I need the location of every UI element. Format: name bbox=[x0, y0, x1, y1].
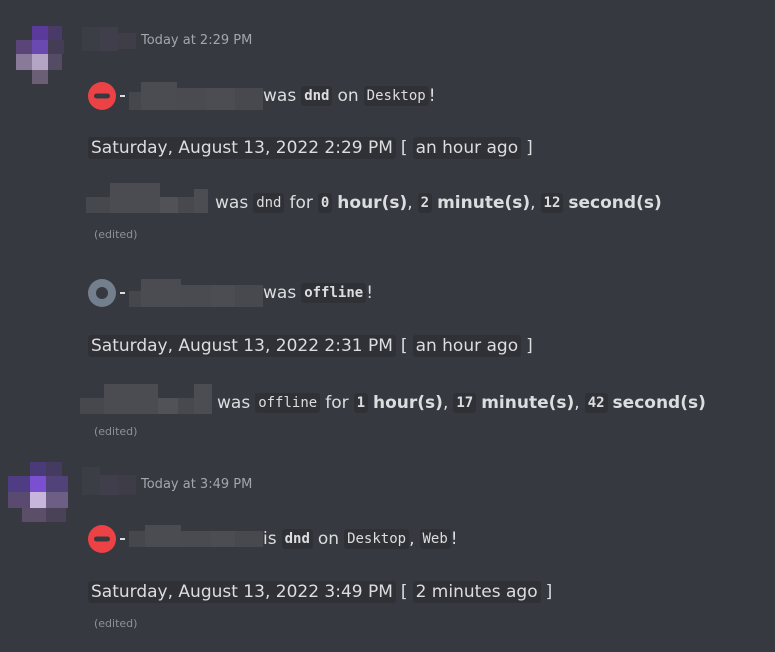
username-redacted[interactable] bbox=[82, 467, 136, 495]
duration-line: was offline for 1 hour(s), 17 minute(s),… bbox=[80, 384, 706, 422]
status-line: was offline ! bbox=[88, 279, 373, 307]
dnd-status-icon bbox=[88, 82, 116, 110]
minutes-value: 2 bbox=[417, 193, 433, 213]
edited-label: (edited) bbox=[94, 425, 138, 438]
date-line: Saturday, August 13, 2022 2:31 PM [ an h… bbox=[88, 335, 533, 357]
date-timestamp[interactable]: Saturday, August 13, 2022 2:31 PM bbox=[88, 335, 396, 357]
username-redacted[interactable] bbox=[129, 279, 263, 307]
platform-code: Desktop bbox=[363, 86, 429, 106]
status-line: was dnd on Desktop ! bbox=[88, 82, 436, 110]
status-code: dnd bbox=[253, 193, 285, 213]
status-code: dnd bbox=[301, 86, 333, 106]
message-timestamp: Today at 3:49 PM bbox=[141, 477, 253, 492]
status-code: dnd bbox=[281, 529, 313, 549]
date-line: Saturday, August 13, 2022 2:29 PM [ an h… bbox=[88, 137, 533, 159]
hours-value: 0 bbox=[317, 193, 333, 213]
avatar[interactable] bbox=[8, 462, 70, 524]
message-timestamp: Today at 2:29 PM bbox=[141, 33, 253, 48]
separator-dot bbox=[120, 95, 125, 97]
platform-code: Desktop bbox=[344, 529, 410, 549]
relative-timestamp[interactable]: 2 minutes ago bbox=[412, 581, 541, 603]
username-redacted[interactable] bbox=[82, 27, 136, 51]
offline-status-icon bbox=[88, 279, 116, 307]
avatar[interactable] bbox=[16, 26, 72, 86]
username-redacted[interactable] bbox=[129, 525, 263, 553]
date-timestamp[interactable]: Saturday, August 13, 2022 2:29 PM bbox=[88, 137, 396, 159]
relative-timestamp[interactable]: an hour ago bbox=[412, 335, 522, 357]
separator-dot bbox=[120, 292, 125, 294]
status-line: is dnd on Desktop, Web ! bbox=[88, 525, 458, 553]
status-code: offline bbox=[255, 393, 321, 413]
separator-dot bbox=[120, 538, 125, 540]
edited-label: (edited) bbox=[94, 228, 138, 241]
username-redacted[interactable] bbox=[129, 82, 263, 110]
seconds-value: 12 bbox=[540, 193, 564, 213]
status-code: offline bbox=[301, 283, 367, 303]
date-line: Saturday, August 13, 2022 3:49 PM [ 2 mi… bbox=[88, 581, 552, 603]
edited-label: (edited) bbox=[94, 617, 138, 630]
platform-code: Web bbox=[419, 529, 451, 549]
username-redacted[interactable] bbox=[80, 384, 212, 422]
minutes-value: 17 bbox=[453, 393, 477, 413]
duration-line: was dnd for 0 hour(s), 2 minute(s), 12 s… bbox=[86, 183, 662, 223]
seconds-value: 42 bbox=[584, 393, 608, 413]
username-redacted[interactable] bbox=[86, 183, 210, 223]
hours-value: 1 bbox=[353, 393, 369, 413]
dnd-status-icon bbox=[88, 525, 116, 553]
date-timestamp[interactable]: Saturday, August 13, 2022 3:49 PM bbox=[88, 581, 396, 603]
relative-timestamp[interactable]: an hour ago bbox=[412, 137, 522, 159]
